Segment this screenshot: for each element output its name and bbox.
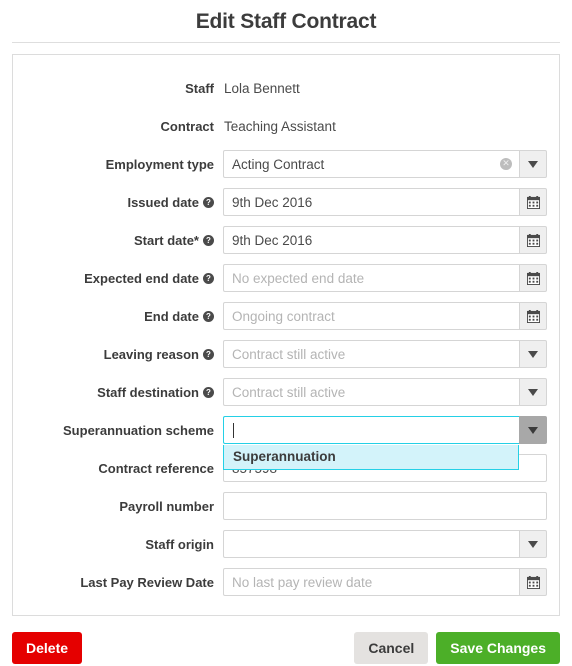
label-staff: Staff [185,80,214,96]
text-cursor [233,422,234,438]
chevron-down-icon [528,350,538,358]
form-row-payroll-number: Payroll number [25,487,547,525]
expected-end-date-calendar-button[interactable] [519,264,547,292]
staff-origin-dropdown-button[interactable] [519,530,547,558]
value-staff: Lola Bennett [224,80,300,96]
title-divider [12,42,560,43]
last-pay-review-date-input[interactable]: No last pay review date [223,568,519,596]
calendar-icon [526,309,540,323]
form-row-last-pay-review-date: Last Pay Review Date No last pay review … [25,563,547,601]
label-start-date: Start date* ? [25,233,223,248]
value-contract: Teaching Assistant [224,118,336,134]
label-expected-end-date: Expected end date ? [25,271,223,286]
start-date-input[interactable]: 9th Dec 2016 [223,226,519,254]
help-icon[interactable]: ? [203,196,214,208]
cancel-button[interactable]: Cancel [354,632,429,664]
expected-end-date-input[interactable]: No expected end date [223,264,519,292]
form-row-contract: Contract Teaching Assistant [25,107,547,145]
leaving-reason-control[interactable]: Contract still active [223,340,547,368]
chevron-down-icon [528,160,538,168]
end-date-input[interactable]: Ongoing contract [223,302,519,330]
employment-type-input[interactable]: Acting Contract ✕ [223,150,519,178]
form-row-issued-date: Issued date ? 9th Dec 2016 [25,183,547,221]
form-row-staff-origin: Staff origin [25,525,547,563]
chevron-down-icon [528,540,538,548]
label-issued-date: Issued date ? [25,195,223,210]
staff-destination-control[interactable]: Contract still active [223,378,547,406]
label-superannuation-scheme: Superannuation scheme [63,422,214,438]
superannuation-scheme-control[interactable]: Superannuation [223,416,547,470]
label-leaving-reason: Leaving reason ? [25,347,223,362]
help-icon[interactable]: ? [203,386,214,398]
form-row-leaving-reason: Leaving reason ? Contract still active [25,335,547,373]
label-start-date-text: Start date* [133,232,199,248]
chevron-down-icon [528,426,538,434]
staff-origin-control[interactable] [223,530,547,558]
superannuation-scheme-input[interactable] [223,416,519,444]
staff-origin-input[interactable] [223,530,519,558]
last-pay-review-date-control[interactable]: No last pay review date [223,568,547,596]
label-leaving-reason-text: Leaving reason [103,346,199,362]
superannuation-scheme-dropdown-button[interactable] [519,416,547,444]
form-row-staff: Staff Lola Bennett [25,69,547,107]
issued-date-calendar-button[interactable] [519,188,547,216]
label-staff-origin: Staff origin [145,536,214,552]
form-row-superannuation-scheme: Superannuation scheme Superannuation [25,411,547,470]
form-row-expected-end-date: Expected end date ? No expected end date [25,259,547,297]
label-contract: Contract [160,118,214,134]
label-staff-destination: Staff destination ? [25,385,223,400]
calendar-icon [526,271,540,285]
payroll-number-control[interactable] [223,492,547,520]
calendar-icon [526,575,540,589]
edit-staff-contract-page: Edit Staff Contract Staff Lola Bennett C… [0,0,572,666]
staff-destination-input[interactable]: Contract still active [223,378,519,406]
label-expected-end-date-text: Expected end date [84,270,199,286]
label-staff-destination-text: Staff destination [97,384,199,400]
label-payroll-number: Payroll number [119,498,214,514]
calendar-icon [526,233,540,247]
label-issued-date-text: Issued date [127,194,199,210]
form-actions: Delete Cancel Save Changes [0,616,572,664]
employment-type-dropdown-button[interactable] [519,150,547,178]
calendar-icon [526,195,540,209]
end-date-control[interactable]: Ongoing contract [223,302,547,330]
suggestion-item[interactable]: Superannuation [224,445,518,469]
label-employment-type: Employment type [105,156,214,172]
help-icon[interactable]: ? [203,310,214,322]
superannuation-suggestions-list: Superannuation [223,445,519,470]
employment-type-value: Acting Contract [232,156,325,172]
label-contract-reference: Contract reference [98,460,214,476]
help-icon[interactable]: ? [203,234,214,246]
form-row-end-date: End date ? Ongoing contract [25,297,547,335]
label-end-date-text: End date [144,308,199,324]
clear-circle-icon[interactable]: ✕ [500,158,512,170]
help-icon[interactable]: ? [203,272,214,284]
delete-button[interactable]: Delete [12,632,83,664]
label-last-pay-review-date: Last Pay Review Date [80,574,214,590]
help-icon[interactable]: ? [203,348,214,360]
chevron-down-icon [528,388,538,396]
employment-type-control[interactable]: Acting Contract ✕ [223,150,547,178]
leaving-reason-dropdown-button[interactable] [519,340,547,368]
page-title: Edit Staff Contract [195,10,377,33]
form-row-staff-destination: Staff destination ? Contract still activ… [25,373,547,411]
label-end-date: End date ? [25,309,223,324]
issued-date-input[interactable]: 9th Dec 2016 [223,188,519,216]
form-row-employment-type: Employment type Acting Contract ✕ [25,145,547,183]
staff-destination-dropdown-button[interactable] [519,378,547,406]
start-date-control[interactable]: 9th Dec 2016 [223,226,547,254]
leaving-reason-input[interactable]: Contract still active [223,340,519,368]
issued-date-control[interactable]: 9th Dec 2016 [223,188,547,216]
contract-form-panel: Staff Lola Bennett Contract Teaching Ass… [12,54,560,616]
start-date-calendar-button[interactable] [519,226,547,254]
last-pay-review-date-calendar-button[interactable] [519,568,547,596]
payroll-number-input[interactable] [223,492,547,520]
expected-end-date-control[interactable]: No expected end date [223,264,547,292]
end-date-calendar-button[interactable] [519,302,547,330]
form-row-start-date: Start date* ? 9th Dec 2016 [25,221,547,259]
save-changes-button[interactable]: Save Changes [436,632,560,664]
